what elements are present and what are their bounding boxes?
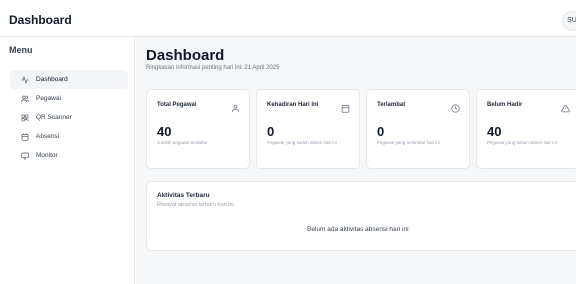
card-value: 40 xyxy=(157,124,172,139)
card-value: 40 xyxy=(487,124,502,139)
alert-triangle-icon xyxy=(561,100,570,113)
card-value: 0 xyxy=(377,124,385,139)
qr-icon xyxy=(20,113,30,123)
activity-icon xyxy=(20,75,30,85)
stat-card-total-pegawai: Total Pegawai 40 Jumlah pegawai terdafta… xyxy=(146,89,250,169)
page-title: Dashboard xyxy=(146,47,225,64)
main-content: Dashboard Ringkasan informasi penting ha… xyxy=(136,37,576,284)
sidebar: Menu Dashboard Pegawai QR Scanner Absens… xyxy=(0,37,135,284)
monitor-icon xyxy=(20,151,30,161)
calendar-icon xyxy=(20,132,30,142)
app-title: Dashboard xyxy=(9,13,72,27)
card-description: Pegawai yang belum absen hari ini xyxy=(487,140,557,145)
page-subtitle: Ringkasan informasi penting hari ini: 21… xyxy=(146,65,280,71)
card-title: Terlambat xyxy=(377,102,406,108)
user-avatar[interactable]: SU xyxy=(562,11,576,31)
sidebar-item-label: Dashboard xyxy=(36,76,68,83)
sidebar-item-dashboard[interactable]: Dashboard xyxy=(10,70,128,89)
top-bar: Dashboard SU xyxy=(0,0,576,37)
sidebar-item-label: Absensi xyxy=(36,133,60,140)
activity-title: Aktivitas Terbaru xyxy=(157,192,210,199)
app-root: Dashboard SU Menu Dashboard Pegawai QR S… xyxy=(0,0,576,284)
card-title: Belum Hadir xyxy=(487,102,523,108)
card-value: 0 xyxy=(267,124,275,139)
card-description: Jumlah pegawai terdaftar xyxy=(157,140,208,145)
sidebar-item-label: Pegawai xyxy=(36,95,61,102)
sidebar-item-qr-scanner[interactable]: QR Scanner xyxy=(10,108,128,127)
sidebar-nav: Dashboard Pegawai QR Scanner Absensi Mon… xyxy=(10,70,128,165)
card-description: Pegawai yang sudah absen hari ini xyxy=(267,140,337,145)
sidebar-item-pegawai[interactable]: Pegawai xyxy=(10,89,128,108)
sidebar-item-label: Monitor xyxy=(36,152,58,159)
stat-card-belum-hadir: Belum Hadir 40 Pegawai yang belum absen … xyxy=(476,89,576,169)
user-icon xyxy=(231,100,240,112)
sidebar-item-absensi[interactable]: Absensi xyxy=(10,127,128,146)
activity-subtitle: Riwayat absensi terbaru hari ini xyxy=(157,202,234,208)
sidebar-item-label: QR Scanner xyxy=(36,114,72,121)
activity-empty-state: Belum ada aktivitas absensi hari ini xyxy=(307,226,409,233)
card-description: Pegawai yang terlambat hari ini xyxy=(377,140,440,145)
sidebar-item-monitor[interactable]: Monitor xyxy=(10,146,128,165)
card-title: Total Pegawai xyxy=(157,102,197,108)
recent-activity-panel: Aktivitas Terbaru Riwayat absensi terbar… xyxy=(146,181,576,251)
card-title: Kehadiran Hari Ini xyxy=(267,102,319,108)
users-icon xyxy=(20,94,30,104)
calendar-icon xyxy=(341,100,350,113)
stat-card-terlambat: Terlambat 0 Pegawai yang terlambat hari … xyxy=(366,89,470,169)
stat-card-kehadiran: Kehadiran Hari Ini 0 Pegawai yang sudah … xyxy=(256,89,360,169)
clock-icon xyxy=(451,100,460,113)
sidebar-menu-title: Menu xyxy=(9,45,33,55)
